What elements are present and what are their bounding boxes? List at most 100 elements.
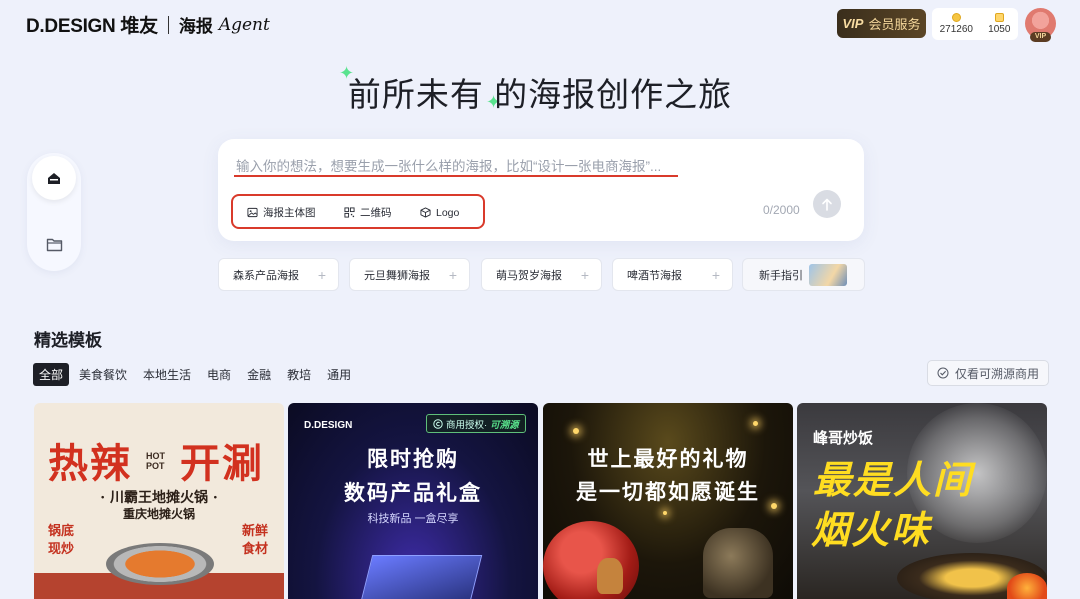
product-name: 海报: [178, 17, 213, 36]
chip-item[interactable]: 萌马贺岁海报 +: [481, 258, 602, 291]
qrcode-icon: [344, 207, 355, 218]
cube-icon: [420, 207, 431, 218]
qrcode-label: 二维码: [360, 207, 392, 219]
card-tag-pot: POT: [146, 461, 165, 471]
beginner-guide-label: 新手指引: [759, 269, 803, 282]
card-side-text: 锅底 现炒: [48, 524, 75, 557]
card-title: 最是人间: [813, 457, 974, 502]
tab-general[interactable]: 通用: [321, 363, 357, 386]
image-icon: [247, 207, 258, 218]
char-counter: 0/2000: [763, 203, 800, 217]
chip-item[interactable]: 啤酒节海报 +: [612, 258, 733, 291]
page-title: 前所未有 的海报创作之旅: [0, 68, 1080, 116]
tab-finance[interactable]: 金融: [241, 363, 277, 386]
traceable-commercial-label: 仅看可溯源商用: [954, 366, 1039, 381]
chip-label: 元旦舞狮海报: [364, 269, 430, 282]
template-card[interactable]: 世上最好的礼物 是一切都如愿诞生: [543, 403, 793, 599]
chip-item[interactable]: 森系产品海报 +: [218, 258, 339, 291]
vip-mark: VIP: [842, 16, 864, 31]
page-title-part2: 的海报创作之旅: [494, 76, 733, 113]
traceable-commercial-filter[interactable]: 仅看可溯源商用: [927, 360, 1049, 386]
credits-panel[interactable]: 271260 1050: [932, 8, 1018, 40]
category-tabs: 全部 美食餐饮 本地生活 电商 金融 教培 通用: [33, 363, 361, 386]
chip-label: 啤酒节海报: [627, 269, 682, 282]
template-card[interactable]: 峰哥炒饭 最是人间 烟火味: [797, 403, 1047, 599]
top-bar: D.DESIGN 堆友 海报 Agent VIP 会员服务 271260 105…: [0, 0, 1080, 50]
commercial-badge-emphasis: 可溯源: [490, 419, 519, 431]
qrcode-button[interactable]: 二维码: [338, 202, 398, 223]
tab-local-life[interactable]: 本地生活: [137, 363, 197, 386]
highlight-underline: [234, 175, 678, 177]
commercial-badge: 商用授权· 可溯源: [426, 414, 526, 433]
card-title: 是一切都如愿诞生: [576, 479, 760, 504]
card-tag: HOT POT: [146, 451, 165, 471]
card-side-text: 新鲜 食材: [242, 524, 269, 557]
copyright-icon: [433, 418, 443, 429]
beginner-guide-button[interactable]: 新手指引: [742, 258, 865, 291]
prompt-box: 海报主体图 二维码 Logo 0/2000: [218, 139, 864, 241]
logo-label: Logo: [436, 206, 460, 219]
chip-item[interactable]: 元旦舞狮海报 +: [349, 258, 470, 291]
logo[interactable]: D.DESIGN 堆友 海报 Agent: [26, 11, 270, 38]
rail-folder-button[interactable]: [32, 222, 76, 266]
section-title: 精选模板: [34, 331, 102, 350]
brand-name: D.DESIGN 堆友: [26, 16, 158, 37]
light-dot: [573, 428, 579, 434]
coin-icon: [951, 12, 961, 22]
side-rail: [27, 153, 81, 271]
plus-icon: +: [580, 266, 589, 283]
card-title: 烟火味: [811, 507, 932, 552]
tab-food[interactable]: 美食餐饮: [73, 363, 133, 386]
light-dot: [663, 511, 667, 515]
tab-all[interactable]: 全部: [33, 363, 70, 386]
tab-ecommerce[interactable]: 电商: [201, 363, 237, 386]
chip-label: 森系产品海报: [233, 269, 299, 282]
template-card[interactable]: 热辣 HOT POT 开涮 · 川霸王地摊火锅 · 重庆地摊火锅 锅底 现炒 新鲜…: [34, 403, 284, 599]
card-illustration: [597, 558, 623, 594]
card-title: 限时抢购: [367, 448, 459, 471]
card-title: 热辣: [48, 440, 132, 487]
arrow-up-icon: [822, 198, 832, 211]
ticket-icon: [994, 12, 1004, 22]
send-button[interactable]: [813, 190, 841, 218]
guide-thumbnail: [809, 263, 847, 286]
card-title: 数码产品礼盒: [344, 482, 482, 505]
card-subtitle: 科技新品 一盒尽享: [367, 513, 459, 525]
card-illustration: [703, 528, 773, 598]
check-circle-icon: [937, 367, 949, 379]
plus-icon: +: [317, 266, 326, 283]
card-illustration: [543, 521, 639, 599]
logo-divider: [167, 15, 169, 34]
card-brand: D.DESIGN: [304, 420, 353, 431]
agent-wordmark: Agent: [218, 14, 270, 35]
card-brand: 峰哥炒饭: [813, 430, 874, 447]
coin-balance-value: 271260: [939, 23, 973, 35]
light-dot: [753, 421, 758, 426]
card-illustration: [1007, 573, 1047, 599]
prompt-input[interactable]: [236, 156, 680, 176]
vip-service-button[interactable]: VIP 会员服务: [837, 9, 926, 38]
plus-icon: +: [711, 266, 720, 283]
card-illustration: [106, 543, 214, 585]
card-title: 世上最好的礼物: [587, 446, 749, 471]
home-icon: [48, 173, 60, 184]
tab-education[interactable]: 教培: [281, 363, 317, 386]
ticket-balance-value: 1050: [988, 23, 1011, 35]
card-illustration: [359, 555, 483, 599]
rail-home-button[interactable]: [32, 156, 76, 200]
avatar-vip-tag: VIP: [1030, 32, 1051, 42]
coin-balance: 271260: [939, 12, 973, 36]
ticket-balance: 1050: [988, 12, 1011, 36]
chip-label: 萌马贺岁海报: [496, 269, 562, 282]
folder-icon: [46, 238, 62, 251]
avatar[interactable]: VIP: [1025, 8, 1056, 42]
template-card[interactable]: D.DESIGN 商用授权· 可溯源 限时抢购 数码产品礼盒 科技新品 一盒尽享: [288, 403, 538, 599]
card-title: 开涮: [180, 440, 264, 487]
card-subtitle: · 川霸王地摊火锅 ·: [100, 490, 218, 506]
page-title-part1: 前所未有: [347, 76, 484, 113]
poster-subject-button[interactable]: 海报主体图: [241, 202, 322, 223]
commercial-badge-label: 商用授权·: [446, 419, 488, 431]
card-tag-hot: HOT: [146, 451, 165, 461]
logo-button[interactable]: Logo: [414, 202, 465, 223]
plus-icon: +: [448, 266, 457, 283]
